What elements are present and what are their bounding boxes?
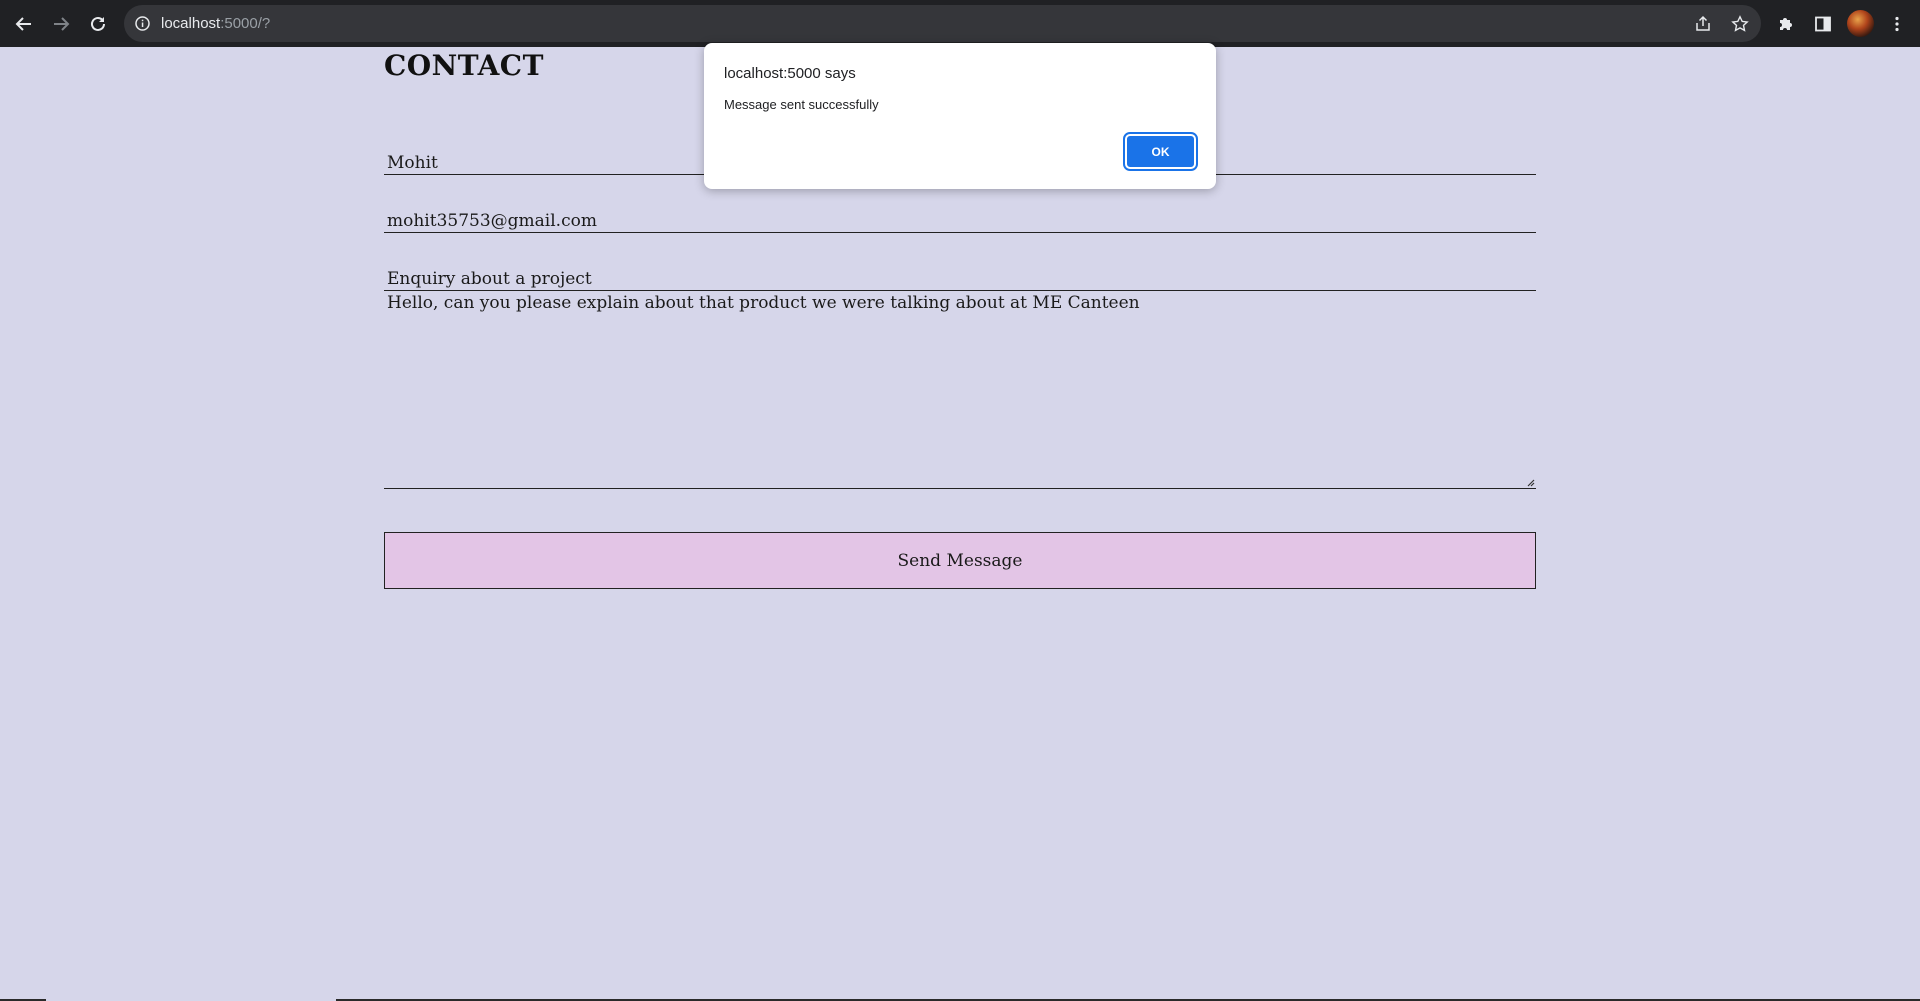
email-field[interactable]: mohit35753@gmail.com <box>384 203 1536 233</box>
ok-button[interactable]: OK <box>1123 132 1198 171</box>
url-host: localhost <box>161 15 221 32</box>
page-title: CONTACT <box>384 49 544 82</box>
reload-icon <box>91 16 105 31</box>
address-bar[interactable]: localhost:5000/? <box>124 5 1761 42</box>
dialog-title: localhost:5000 says <box>724 65 856 82</box>
kebab-menu-icon <box>1895 16 1899 32</box>
message-textarea[interactable]: Hello, can you please explain about that… <box>384 283 1536 489</box>
url-path: :5000/? <box>220 15 271 32</box>
page-content: CONTACT Mohit mohit35753@gmail.com Enqui… <box>0 47 1920 1001</box>
forward-button[interactable] <box>47 10 75 38</box>
side-panel-button[interactable] <box>1809 10 1837 38</box>
info-icon[interactable] <box>134 15 151 32</box>
arrow-right-icon <box>54 17 70 31</box>
dialog-message: Message sent successfully <box>724 97 879 112</box>
extensions-button[interactable] <box>1772 10 1800 38</box>
resize-handle-icon[interactable] <box>1525 477 1535 487</box>
message-value: Hello, can you please explain about that… <box>387 293 1140 313</box>
back-button[interactable] <box>10 10 38 38</box>
url-text: localhost:5000/? <box>161 5 270 42</box>
share-button[interactable] <box>1692 13 1714 35</box>
email-value: mohit35753@gmail.com <box>387 211 597 231</box>
star-icon <box>1731 15 1749 32</box>
browser-toolbar: localhost:5000/? <box>0 0 1920 47</box>
share-icon <box>1696 15 1710 31</box>
menu-button[interactable] <box>1883 10 1911 38</box>
arrow-left-icon <box>15 17 31 31</box>
send-message-button[interactable]: Send Message <box>384 532 1536 589</box>
side-panel-icon <box>1815 16 1831 32</box>
profile-avatar[interactable] <box>1847 10 1874 37</box>
alert-dialog: localhost:5000 says Message sent success… <box>704 43 1216 189</box>
reload-button[interactable] <box>84 10 112 38</box>
bookmark-button[interactable] <box>1729 13 1751 35</box>
name-value: Mohit <box>387 153 438 173</box>
puzzle-icon <box>1780 18 1792 30</box>
